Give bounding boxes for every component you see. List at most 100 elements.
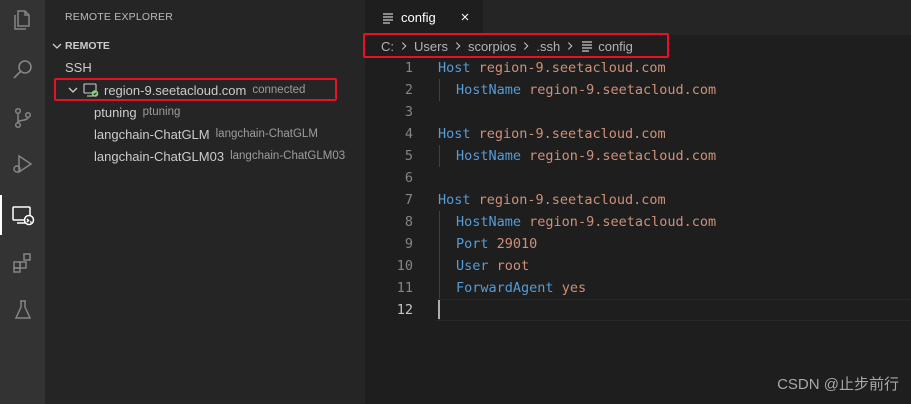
config-key: Host	[438, 192, 471, 208]
breadcrumb-item[interactable]: C:	[381, 39, 394, 54]
code-line[interactable]: 2 HostName region-9.seetacloud.com	[365, 79, 911, 101]
config-value: region-9.seetacloud.com	[529, 82, 717, 98]
ssh-group-label: SSH	[65, 59, 92, 75]
watermark: CSDN @止步前行	[777, 376, 899, 393]
config-key: HostName	[456, 214, 522, 230]
code-line[interactable]: 12	[365, 299, 911, 321]
breadcrumb-item[interactable]: scorpios	[468, 39, 516, 54]
section-remote[interactable]: REMOTE	[45, 35, 365, 57]
folder-desc: langchain-ChatGLM03	[230, 150, 346, 162]
folder-desc: ptuning	[142, 106, 181, 118]
breadcrumb: C: Users scorpios .ssh config	[365, 35, 911, 57]
sidebar-title: REMOTE EXPLORER	[65, 11, 174, 23]
text-cursor	[438, 300, 440, 319]
chevron-down-icon	[52, 43, 62, 49]
line-number: 7	[404, 192, 413, 208]
code-text: ForwardAgent yes	[456, 280, 586, 296]
code-text: Host region-9.seetacloud.com	[438, 60, 666, 76]
config-key: Host	[438, 126, 471, 142]
line-number: 12	[396, 302, 413, 318]
line-number: 10	[396, 258, 413, 274]
extensions-icon[interactable]	[0, 243, 45, 283]
config-key: HostName	[456, 82, 522, 98]
code-line[interactable]: 7 Host region-9.seetacloud.com	[365, 189, 911, 211]
config-value: region-9.seetacloud.com	[529, 214, 717, 230]
code-line[interactable]: 9 Port 29010	[365, 233, 911, 255]
config-key: Host	[438, 60, 471, 76]
code-line[interactable]: 10 User root	[365, 255, 911, 277]
testing-icon[interactable]	[0, 290, 45, 330]
config-value: yes	[561, 280, 587, 296]
code-text: HostName region-9.seetacloud.com	[456, 148, 716, 164]
code-line[interactable]: 3	[365, 101, 911, 123]
tab-config[interactable]: config	[365, 0, 483, 35]
ssh-group[interactable]: SSH	[45, 56, 365, 78]
file-lines-icon	[383, 12, 393, 24]
line-number: 2	[404, 82, 413, 98]
breadcrumb-item[interactable]: Users	[414, 39, 448, 54]
editor: config C: Users scorpios .ssh config 1 Ho…	[363, 0, 911, 404]
code-line[interactable]: 6	[365, 167, 911, 189]
config-value: region-9.seetacloud.com	[529, 148, 717, 164]
chevron-right-icon	[397, 39, 411, 53]
tab-label: config	[401, 10, 436, 25]
code-line[interactable]: 8 HostName region-9.seetacloud.com	[365, 211, 911, 233]
line-number: 9	[404, 236, 413, 252]
chevron-right-icon	[519, 39, 533, 53]
code-text: HostName region-9.seetacloud.com	[456, 82, 716, 98]
config-key: User	[456, 258, 489, 274]
file-lines-icon	[582, 41, 593, 52]
host-status: connected	[252, 84, 306, 96]
folder-label: langchain-ChatGLM	[94, 126, 210, 142]
folder-item[interactable]: langchain-ChatGLM03 langchain-ChatGLM03	[45, 145, 365, 167]
config-value: root	[496, 258, 530, 274]
line-number: 4	[404, 126, 413, 142]
line-number: 11	[396, 280, 413, 296]
config-value: region-9.seetacloud.com	[478, 126, 666, 142]
line-number: 1	[404, 60, 413, 76]
section-label: REMOTE	[65, 40, 110, 52]
code-line[interactable]: 4 Host region-9.seetacloud.com	[365, 123, 911, 145]
folder-item[interactable]: langchain-ChatGLM langchain-ChatGLM	[45, 123, 365, 145]
folder-desc: langchain-ChatGLM	[215, 128, 318, 140]
folder-label: langchain-ChatGLM03	[94, 148, 225, 164]
host-label: region-9.seetacloud.com	[104, 82, 247, 98]
code-line[interactable]: 5 HostName region-9.seetacloud.com	[365, 145, 911, 167]
config-value: region-9.seetacloud.com	[478, 60, 666, 76]
source-control-icon[interactable]	[0, 98, 45, 138]
line-number: 5	[404, 148, 413, 164]
chevron-right-icon	[451, 39, 465, 53]
folder-item[interactable]: ptuning ptuning	[45, 101, 365, 123]
run-debug-icon[interactable]	[0, 144, 45, 184]
code-text: User root	[456, 258, 529, 274]
config-key: HostName	[456, 148, 522, 164]
remote-explorer-icon[interactable]	[0, 195, 45, 235]
config-key: ForwardAgent	[456, 280, 554, 296]
search-icon[interactable]	[0, 50, 45, 90]
config-value: 29010	[496, 236, 538, 252]
code-text: Host region-9.seetacloud.com	[438, 126, 666, 142]
line-number: 8	[404, 214, 413, 230]
folder-label: ptuning	[94, 104, 137, 120]
line-number: 3	[404, 104, 413, 120]
tab-bar: config	[365, 0, 911, 35]
config-value: region-9.seetacloud.com	[478, 192, 666, 208]
code-line[interactable]: 1 Host region-9.seetacloud.com	[365, 57, 911, 79]
activity-bar	[0, 0, 45, 404]
close-icon[interactable]	[457, 9, 473, 25]
remote-connected-icon	[83, 83, 99, 97]
line-number: 6	[404, 170, 413, 186]
files-icon[interactable]	[0, 0, 45, 40]
config-key: Port	[456, 236, 489, 252]
code-text: Host region-9.seetacloud.com	[438, 192, 666, 208]
breadcrumb-file[interactable]: config	[580, 39, 633, 54]
breadcrumb-item[interactable]: .ssh	[536, 39, 560, 54]
code-line[interactable]: 11 ForwardAgent yes	[365, 277, 911, 299]
chevron-down-icon	[68, 87, 78, 93]
code-text: HostName region-9.seetacloud.com	[456, 214, 716, 230]
breadcrumb-item: config	[598, 38, 633, 54]
ssh-host-item[interactable]: region-9.seetacloud.com connected	[45, 79, 365, 101]
chevron-right-icon	[563, 39, 577, 53]
remote-explorer-sidebar: REMOTE EXPLORER REMOTE SSH region-9.seet…	[45, 0, 365, 404]
code-text: Port 29010	[456, 236, 537, 252]
